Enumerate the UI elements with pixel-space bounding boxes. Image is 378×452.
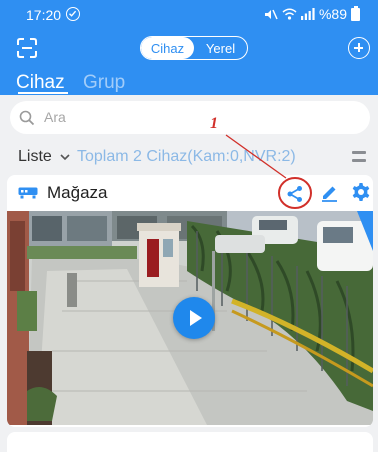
chevron-down-icon[interactable]: [60, 154, 70, 161]
add-icon[interactable]: [348, 37, 370, 59]
device-total-summary: Toplam 2 Cihaz(Kam:0,NVR:2): [77, 148, 296, 165]
source-segmented-control: Cihaz Yerel: [140, 36, 248, 60]
status-bar: 17:20 %89: [0, 0, 378, 30]
wifi-icon: [282, 8, 297, 20]
tab-device[interactable]: Cihaz: [16, 72, 65, 94]
scan-icon[interactable]: [16, 37, 38, 59]
list-dropdown-label[interactable]: Liste: [18, 148, 52, 166]
check-circle-icon: [66, 7, 80, 21]
edit-icon[interactable]: [320, 183, 339, 202]
share-button[interactable]: [281, 180, 309, 208]
search-bar: [10, 101, 370, 134]
next-device-card[interactable]: [7, 432, 373, 452]
signal-icon: [300, 8, 315, 20]
device-card-header: Mağaza: [7, 175, 373, 210]
tab-group[interactable]: Grup: [83, 72, 125, 94]
gear-icon[interactable]: [351, 182, 371, 202]
list-header: Liste Toplam 2 Cihaz(Kam:0,NVR:2): [0, 144, 378, 172]
camera-preview[interactable]: [7, 211, 373, 425]
device-list-screen: 17:20 %89 Cihaz Yerel Cihaz Grup Ara Lis…: [0, 0, 378, 452]
battery-percentage: %89: [318, 6, 347, 22]
annotation-number: 1: [210, 115, 218, 132]
menu-icon[interactable]: [352, 151, 366, 163]
app-header: 17:20 %89 Cihaz Yerel Cihaz Grup: [0, 0, 378, 95]
segment-local[interactable]: Yerel: [194, 37, 247, 59]
segment-device[interactable]: Cihaz: [141, 37, 194, 59]
device-card[interactable]: Mağaza: [7, 175, 373, 427]
play-button[interactable]: [173, 297, 215, 339]
battery-icon: [351, 5, 360, 21]
active-tab-indicator: [18, 92, 68, 94]
mute-icon: [264, 9, 278, 19]
nvr-icon: [18, 187, 38, 199]
device-name: Mağaza: [47, 183, 108, 202]
share-icon: [287, 186, 302, 202]
status-indicators: %89: [264, 5, 360, 22]
status-time: 17:20: [26, 7, 62, 23]
search-input[interactable]: [44, 107, 344, 127]
search-icon: [19, 110, 35, 126]
